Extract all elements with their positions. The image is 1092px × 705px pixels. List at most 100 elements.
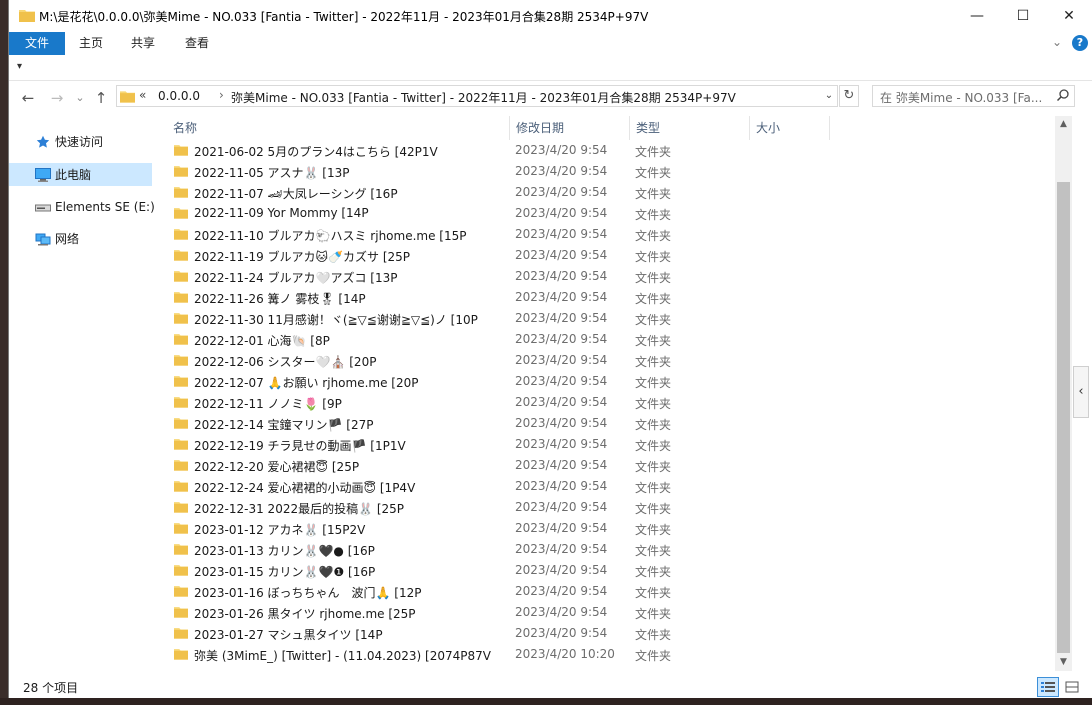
forward-button[interactable]: → (46, 87, 68, 109)
address-dropdown-icon[interactable]: ⌄ (820, 85, 838, 107)
scrollbar-thumb[interactable] (1057, 182, 1070, 653)
file-date: 2023/4/20 9:54 (515, 416, 608, 430)
scroll-up-arrow-icon[interactable]: ▲ (1055, 116, 1072, 133)
table-row[interactable]: 2023-01-13 カリン🐰🖤● [16P 2023/4/20 9:54 文件夹 (159, 539, 1055, 560)
table-row[interactable]: 2022-12-06 シスター🤍⛪ [20P 2023/4/20 9:54 文件夹 (159, 350, 1055, 371)
folder-icon (174, 542, 188, 558)
table-row[interactable]: 2023-01-26 黒タイツ rjhome.me [25P 2023/4/20 … (159, 602, 1055, 623)
file-date: 2023/4/20 9:54 (515, 311, 608, 325)
file-date: 2023/4/20 9:54 (515, 332, 608, 346)
file-date: 2023/4/20 9:54 (515, 626, 608, 640)
network-icon (35, 231, 51, 247)
file-name: 2022-12-01 心海🐚 [8P (194, 334, 330, 348)
file-date: 2023/4/20 9:54 (515, 143, 608, 157)
nav-drive-e[interactable]: Elements SE (E:) (9, 195, 155, 218)
navigation-bar: ← → ⌄ ↑ « 0.0.0.0 › 弥美Mime - NO.033 [Fan… (9, 82, 1092, 112)
file-name: 2023-01-12 アカネ🐰 [15P2V (194, 523, 366, 537)
table-row[interactable]: 2022-11-05 アスナ🐰 [13P 2023/4/20 9:54 文件夹 (159, 161, 1055, 182)
item-count: 28 个项目 (23, 681, 79, 695)
table-row[interactable]: 2021-06-02 5月のプラン4はこちら [42P1V 2023/4/20 9… (159, 140, 1055, 161)
column-date-modified[interactable]: 修改日期 (510, 116, 630, 140)
close-button[interactable]: ✕ (1046, 0, 1092, 31)
tab-file[interactable]: 文件 (9, 32, 65, 55)
table-row[interactable]: 2022-11-30 11月感谢！ヾ(≧▽≦谢谢≧▽≦)ノ [10P 2023/4… (159, 308, 1055, 329)
nav-quick-access[interactable]: 快速访问 (9, 130, 152, 153)
column-size[interactable]: 大小 (750, 116, 830, 140)
file-type: 文件夹 (635, 313, 672, 327)
breadcrumb-item[interactable]: 0.0.0.0 (158, 89, 200, 103)
breadcrumb-overflow-icon[interactable]: « (139, 88, 146, 102)
column-name[interactable]: 名称 (167, 116, 510, 140)
table-row[interactable]: 2022-12-19 チラ見せの動画🏴 [1P1V 2023/4/20 9:54 文… (159, 434, 1055, 455)
file-name: 2022-12-20 爱心裙裙😇 [25P (194, 460, 360, 474)
table-row[interactable]: 2022-11-10 ブルアカ🐑ハスミ rjhome.me [15P 2023/4… (159, 224, 1055, 245)
table-row[interactable]: 2022-12-11 ノノミ🌷 [9P 2023/4/20 9:54 文件夹 (159, 392, 1055, 413)
tab-home[interactable]: 主页 (67, 32, 115, 55)
table-row[interactable]: 弥美 (3MimE_) [Twitter] - (11.04.2023) [20… (159, 644, 1055, 665)
file-name: 2022-12-24 爱心裙裙的小动画😇 [1P4V (194, 481, 416, 495)
table-row[interactable]: 2022-12-07 🙏お願い rjhome.me [20P 2023/4/20 … (159, 371, 1055, 392)
table-row[interactable]: 2022-12-01 心海🐚 [8P 2023/4/20 9:54 文件夹 (159, 329, 1055, 350)
vertical-scrollbar[interactable]: ▲ ▼ (1055, 116, 1072, 671)
table-row[interactable]: 2022-11-24 ブルアカ🤍アズコ [13P 2023/4/20 9:54 文件… (159, 266, 1055, 287)
file-date: 2023/4/20 9:54 (515, 479, 608, 493)
table-row[interactable]: 2022-12-14 宝鐘マリン🏴 [27P 2023/4/20 9:54 文件夹 (159, 413, 1055, 434)
file-type: 文件夹 (635, 292, 672, 306)
breadcrumb-item[interactable]: 弥美Mime - NO.033 [Fantia - Twitter] - 202… (231, 89, 736, 106)
breadcrumb-separator[interactable]: › (219, 88, 224, 102)
customize-toolbar-icon[interactable]: ▾ (17, 61, 22, 72)
details-view-button[interactable] (1037, 677, 1059, 697)
nav-this-pc[interactable]: 此电脑 (9, 163, 152, 186)
up-button[interactable]: ↑ (90, 87, 112, 109)
collapse-pane-handle[interactable]: ‹ (1073, 366, 1089, 418)
large-icons-view-button[interactable] (1061, 677, 1083, 697)
scroll-down-arrow-icon[interactable]: ▼ (1055, 654, 1072, 671)
folder-icon (174, 605, 188, 621)
file-type: 文件夹 (635, 649, 672, 663)
tab-share[interactable]: 共享 (119, 32, 167, 55)
window-title: M:\是花花\0.0.0.0\弥美Mime - NO.033 [Fantia -… (39, 10, 649, 24)
file-date: 2023/4/20 9:54 (515, 395, 608, 409)
search-icon[interactable] (1056, 88, 1070, 105)
table-row[interactable]: 2023-01-27 マシュ黒タイツ [14P 2023/4/20 9:54 文件夹 (159, 623, 1055, 644)
table-row[interactable]: 2022-11-26 篝ノ 雾枝🎖 [14P 2023/4/20 9:54 文件夹 (159, 287, 1055, 308)
file-name: 2022-12-07 🙏お願い rjhome.me [20P (194, 376, 419, 390)
table-row[interactable]: 2022-12-24 爱心裙裙的小动画😇 [1P4V 2023/4/20 9:54… (159, 476, 1055, 497)
table-row[interactable]: 2022-11-19 ブルアカ🐱🍼カズサ [25P 2023/4/20 9:54 文… (159, 245, 1055, 266)
file-type: 文件夹 (635, 628, 672, 642)
table-row[interactable]: 2022-11-09 Yor Mommy [14P 2023/4/20 9:54 文… (159, 203, 1055, 224)
nav-network[interactable]: 网络 (9, 227, 152, 250)
tab-view[interactable]: 查看 (173, 32, 221, 55)
recent-locations-button[interactable]: ⌄ (69, 87, 91, 109)
file-type: 文件夹 (635, 376, 672, 390)
ribbon-tabs: 文件 主页 共享 查看 ⌄ ? (9, 31, 1092, 56)
table-row[interactable]: 2022-12-20 爱心裙裙😇 [25P 2023/4/20 9:54 文件夹 (159, 455, 1055, 476)
column-type[interactable]: 类型 (630, 116, 750, 140)
file-type: 文件夹 (635, 397, 672, 411)
table-row[interactable]: 2023-01-16 ぼっちちゃん 波门🙏 [12P 2023/4/20 9:54… (159, 581, 1055, 602)
folder-icon (174, 479, 188, 495)
file-type: 文件夹 (635, 145, 672, 159)
folder-icon (174, 311, 188, 327)
back-button[interactable]: ← (17, 87, 39, 109)
table-row[interactable]: 2022-12-31 2022最后的投稿🐰 [25P 2023/4/20 9:54… (159, 497, 1055, 518)
search-input[interactable]: 在 弥美Mime - NO.033 [Fa... (872, 85, 1075, 107)
file-date: 2023/4/20 9:54 (515, 500, 608, 514)
file-type: 文件夹 (635, 166, 672, 180)
file-type: 文件夹 (635, 187, 672, 201)
table-row[interactable]: 2023-01-12 アカネ🐰 [15P2V 2023/4/20 9:54 文件夹 (159, 518, 1055, 539)
ribbon-expand-icon[interactable]: ⌄ (1052, 35, 1062, 49)
maximize-button[interactable]: ☐ (1000, 0, 1046, 31)
minimize-button[interactable]: — (954, 0, 1000, 31)
address-bar[interactable]: « 0.0.0.0 › 弥美Mime - NO.033 [Fantia - Tw… (116, 85, 838, 107)
file-type: 文件夹 (635, 544, 672, 558)
file-name: 2022-12-31 2022最后的投稿🐰 [25P (194, 502, 405, 516)
ribbon-divider (9, 80, 1092, 81)
help-icon[interactable]: ? (1072, 35, 1088, 51)
folder-icon (19, 8, 35, 25)
table-row[interactable]: 2023-01-15 カリン🐰🖤❶ [16P 2023/4/20 9:54 文件夹 (159, 560, 1055, 581)
column-header: ^ 名称 修改日期 类型 大小 (159, 116, 1055, 140)
refresh-button[interactable]: ↻ (839, 85, 859, 107)
file-type: 文件夹 (635, 523, 672, 537)
table-row[interactable]: 2022-11-07 🏎大凤レーシング [16P 2023/4/20 9:54 文件… (159, 182, 1055, 203)
